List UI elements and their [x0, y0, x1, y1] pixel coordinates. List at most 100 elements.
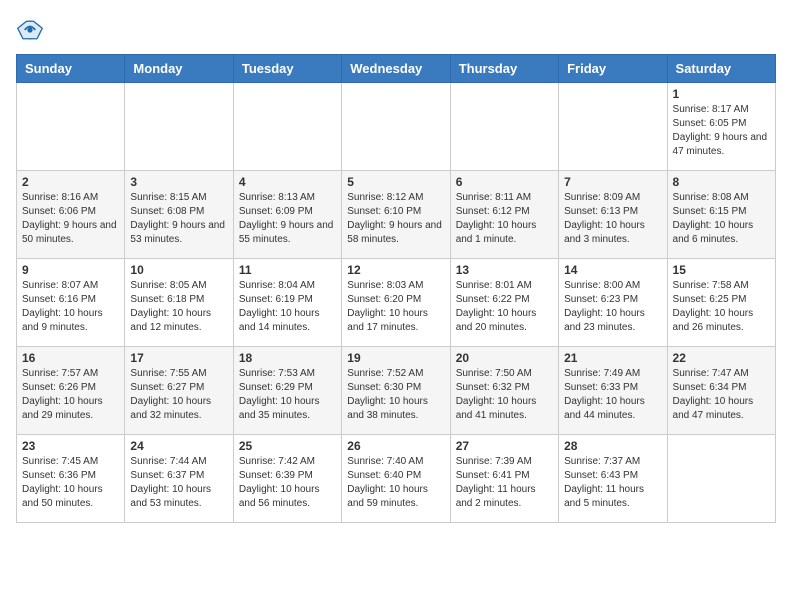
day-number: 22	[673, 351, 770, 365]
day-info: Sunrise: 8:00 AM Sunset: 6:23 PM Dayligh…	[564, 279, 661, 335]
calendar-cell	[559, 83, 667, 171]
calendar-cell: 8 Sunrise: 8:08 AM Sunset: 6:15 PM Daylig…	[667, 171, 775, 259]
day-number: 4	[239, 175, 336, 189]
day-info: Sunrise: 8:08 AM Sunset: 6:15 PM Dayligh…	[673, 191, 770, 247]
day-number: 25	[239, 439, 336, 453]
day-number: 14	[564, 263, 661, 277]
calendar-cell: 27 Sunrise: 7:39 AM Sunset: 6:41 PM Dayli…	[450, 435, 558, 523]
day-number: 18	[239, 351, 336, 365]
day-info: Sunrise: 8:04 AM Sunset: 6:19 PM Dayligh…	[239, 279, 336, 335]
day-info: Sunrise: 7:55 AM Sunset: 6:27 PM Dayligh…	[130, 367, 227, 423]
calendar-cell: 1 Sunrise: 8:17 AM Sunset: 6:05 PM Daylig…	[667, 83, 775, 171]
day-info: Sunrise: 8:05 AM Sunset: 6:18 PM Dayligh…	[130, 279, 227, 335]
calendar-cell: 10 Sunrise: 8:05 AM Sunset: 6:18 PM Dayli…	[125, 259, 233, 347]
day-number: 20	[456, 351, 553, 365]
day-info: Sunrise: 7:45 AM Sunset: 6:36 PM Dayligh…	[22, 455, 119, 511]
column-header-monday: Monday	[125, 55, 233, 83]
calendar-cell: 13 Sunrise: 8:01 AM Sunset: 6:22 PM Dayli…	[450, 259, 558, 347]
day-info: Sunrise: 7:52 AM Sunset: 6:30 PM Dayligh…	[347, 367, 444, 423]
calendar-cell: 6 Sunrise: 8:11 AM Sunset: 6:12 PM Daylig…	[450, 171, 558, 259]
calendar-cell: 11 Sunrise: 8:04 AM Sunset: 6:19 PM Dayli…	[233, 259, 341, 347]
day-number: 7	[564, 175, 661, 189]
calendar-cell: 22 Sunrise: 7:47 AM Sunset: 6:34 PM Dayli…	[667, 347, 775, 435]
day-number: 2	[22, 175, 119, 189]
column-header-wednesday: Wednesday	[342, 55, 450, 83]
day-info: Sunrise: 8:12 AM Sunset: 6:10 PM Dayligh…	[347, 191, 444, 247]
calendar-cell: 24 Sunrise: 7:44 AM Sunset: 6:37 PM Dayli…	[125, 435, 233, 523]
calendar-cell	[342, 83, 450, 171]
day-info: Sunrise: 8:17 AM Sunset: 6:05 PM Dayligh…	[673, 103, 770, 159]
day-info: Sunrise: 8:15 AM Sunset: 6:08 PM Dayligh…	[130, 191, 227, 247]
day-number: 17	[130, 351, 227, 365]
calendar-header-row: SundayMondayTuesdayWednesdayThursdayFrid…	[17, 55, 776, 83]
day-number: 27	[456, 439, 553, 453]
week-row-1: 1 Sunrise: 8:17 AM Sunset: 6:05 PM Daylig…	[17, 83, 776, 171]
week-row-4: 16Sunrise: 7:57 AM Sunset: 6:26 PM Dayli…	[17, 347, 776, 435]
calendar-cell: 28 Sunrise: 7:37 AM Sunset: 6:43 PM Dayli…	[559, 435, 667, 523]
calendar-cell: 19Sunrise: 7:52 AM Sunset: 6:30 PM Dayli…	[342, 347, 450, 435]
calendar-cell: 26 Sunrise: 7:40 AM Sunset: 6:40 PM Dayli…	[342, 435, 450, 523]
page-header	[16, 16, 776, 44]
calendar-cell: 3 Sunrise: 8:15 AM Sunset: 6:08 PM Daylig…	[125, 171, 233, 259]
calendar-cell: 25 Sunrise: 7:42 AM Sunset: 6:39 PM Dayli…	[233, 435, 341, 523]
week-row-3: 9Sunrise: 8:07 AM Sunset: 6:16 PM Daylig…	[17, 259, 776, 347]
day-info: Sunrise: 7:53 AM Sunset: 6:29 PM Dayligh…	[239, 367, 336, 423]
logo	[16, 16, 48, 44]
day-info: Sunrise: 7:39 AM Sunset: 6:41 PM Dayligh…	[456, 455, 553, 511]
calendar-cell: 4 Sunrise: 8:13 AM Sunset: 6:09 PM Daylig…	[233, 171, 341, 259]
day-number: 26	[347, 439, 444, 453]
day-info: Sunrise: 7:49 AM Sunset: 6:33 PM Dayligh…	[564, 367, 661, 423]
calendar-cell	[125, 83, 233, 171]
day-info: Sunrise: 7:44 AM Sunset: 6:37 PM Dayligh…	[130, 455, 227, 511]
day-info: Sunrise: 8:07 AM Sunset: 6:16 PM Dayligh…	[22, 279, 119, 335]
logo-icon	[16, 16, 44, 44]
calendar-cell	[450, 83, 558, 171]
day-info: Sunrise: 8:09 AM Sunset: 6:13 PM Dayligh…	[564, 191, 661, 247]
day-info: Sunrise: 8:16 AM Sunset: 6:06 PM Dayligh…	[22, 191, 119, 247]
column-header-thursday: Thursday	[450, 55, 558, 83]
calendar-cell: 14 Sunrise: 8:00 AM Sunset: 6:23 PM Dayli…	[559, 259, 667, 347]
day-info: Sunrise: 7:40 AM Sunset: 6:40 PM Dayligh…	[347, 455, 444, 511]
calendar-cell: 18 Sunrise: 7:53 AM Sunset: 6:29 PM Dayli…	[233, 347, 341, 435]
calendar-cell	[667, 435, 775, 523]
calendar-cell: 21 Sunrise: 7:49 AM Sunset: 6:33 PM Dayli…	[559, 347, 667, 435]
calendar-cell: 20 Sunrise: 7:50 AM Sunset: 6:32 PM Dayli…	[450, 347, 558, 435]
day-number: 24	[130, 439, 227, 453]
day-info: Sunrise: 8:13 AM Sunset: 6:09 PM Dayligh…	[239, 191, 336, 247]
calendar-cell	[17, 83, 125, 171]
day-number: 8	[673, 175, 770, 189]
day-number: 3	[130, 175, 227, 189]
day-info: Sunrise: 7:50 AM Sunset: 6:32 PM Dayligh…	[456, 367, 553, 423]
day-info: Sunrise: 7:47 AM Sunset: 6:34 PM Dayligh…	[673, 367, 770, 423]
calendar-cell: 12Sunrise: 8:03 AM Sunset: 6:20 PM Dayli…	[342, 259, 450, 347]
day-number: 15	[673, 263, 770, 277]
day-number: 1	[673, 87, 770, 101]
day-number: 6	[456, 175, 553, 189]
day-number: 28	[564, 439, 661, 453]
calendar-cell: 9Sunrise: 8:07 AM Sunset: 6:16 PM Daylig…	[17, 259, 125, 347]
column-header-friday: Friday	[559, 55, 667, 83]
calendar-cell: 7 Sunrise: 8:09 AM Sunset: 6:13 PM Daylig…	[559, 171, 667, 259]
column-header-saturday: Saturday	[667, 55, 775, 83]
day-info: Sunrise: 7:57 AM Sunset: 6:26 PM Dayligh…	[22, 367, 119, 423]
day-number: 5	[347, 175, 444, 189]
calendar-cell: 17 Sunrise: 7:55 AM Sunset: 6:27 PM Dayli…	[125, 347, 233, 435]
calendar-table: SundayMondayTuesdayWednesdayThursdayFrid…	[16, 54, 776, 523]
day-number: 10	[130, 263, 227, 277]
day-number: 13	[456, 263, 553, 277]
day-number: 21	[564, 351, 661, 365]
day-info: Sunrise: 7:58 AM Sunset: 6:25 PM Dayligh…	[673, 279, 770, 335]
calendar-cell: 5 Sunrise: 8:12 AM Sunset: 6:10 PM Daylig…	[342, 171, 450, 259]
day-info: Sunrise: 7:37 AM Sunset: 6:43 PM Dayligh…	[564, 455, 661, 511]
day-info: Sunrise: 8:01 AM Sunset: 6:22 PM Dayligh…	[456, 279, 553, 335]
column-header-sunday: Sunday	[17, 55, 125, 83]
day-info: Sunrise: 8:11 AM Sunset: 6:12 PM Dayligh…	[456, 191, 553, 247]
calendar-cell: 16Sunrise: 7:57 AM Sunset: 6:26 PM Dayli…	[17, 347, 125, 435]
calendar-cell: 23 Sunrise: 7:45 AM Sunset: 6:36 PM Dayli…	[17, 435, 125, 523]
day-number: 11	[239, 263, 336, 277]
day-info: Sunrise: 7:42 AM Sunset: 6:39 PM Dayligh…	[239, 455, 336, 511]
day-number: 12	[347, 263, 444, 277]
column-header-tuesday: Tuesday	[233, 55, 341, 83]
day-number: 23	[22, 439, 119, 453]
calendar-cell: 2 Sunrise: 8:16 AM Sunset: 6:06 PM Daylig…	[17, 171, 125, 259]
